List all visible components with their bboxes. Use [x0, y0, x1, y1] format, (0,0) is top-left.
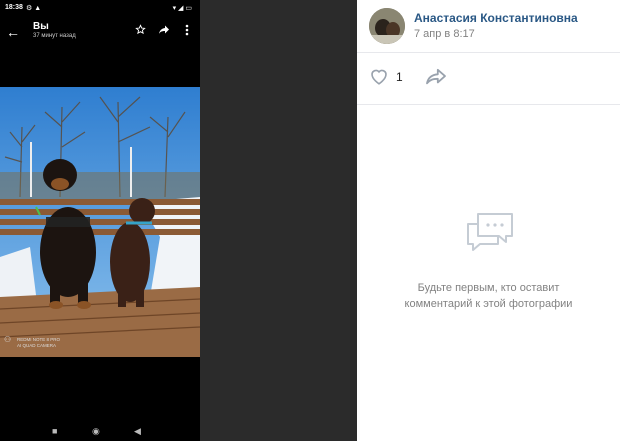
phone-screenshot: 18:38 ⚙ ▲ ▾ ◢ ▭ ← Вы 37 минут назад ⚇ RE…: [0, 0, 200, 441]
watermark-model: REDMI NOTE 8 PRO: [17, 337, 61, 342]
photo-app-bar: ← Вы 37 минут назад: [0, 16, 200, 50]
status-bar: 18:38 ⚙ ▲ ▾ ◢ ▭: [0, 0, 200, 16]
star-icon[interactable]: [135, 24, 146, 38]
photo-time-ago: 37 минут назад: [33, 33, 76, 39]
dogs-photo[interactable]: [0, 87, 200, 357]
status-time: 18:38: [5, 4, 23, 11]
post-panel: Анастасия Константиновна 7 апр в 8:17 1 …: [357, 0, 620, 441]
more-vert-icon[interactable]: [185, 24, 189, 39]
share-arrow-icon[interactable]: [425, 68, 447, 91]
android-nav-bar: ■ ◉ ◀: [0, 423, 200, 441]
heart-icon[interactable]: [369, 67, 389, 90]
actions-divider: [357, 104, 620, 105]
empty-comments-line1: Будьте первым, кто оставит: [417, 282, 560, 294]
recents-square-icon[interactable]: ■: [52, 426, 57, 436]
arrow-left-icon[interactable]: ←: [6, 24, 20, 40]
like-count[interactable]: 1: [396, 70, 403, 84]
status-icons-right: ▾ ◢ ▭: [172, 5, 192, 12]
photo-owner-title: Вы: [33, 21, 49, 32]
share-icon[interactable]: [158, 24, 170, 38]
status-icons-left: ⚙ ▲: [26, 5, 42, 12]
camera-lens-icon: ⚇: [4, 335, 12, 344]
header-divider: [357, 52, 620, 53]
back-triangle-icon[interactable]: ◀: [134, 426, 141, 437]
comments-icon: [462, 210, 518, 265]
home-circle-icon[interactable]: ◉: [92, 426, 100, 437]
empty-comments-line2: комментарий к этой фотографии: [404, 298, 573, 310]
author-avatar[interactable]: [369, 8, 405, 44]
empty-comments-message: Будьте первым, кто оставит комментарий к…: [357, 280, 620, 312]
watermark-camera: AI QUAD CAMERA: [17, 343, 57, 348]
author-name-link[interactable]: Анастасия Константиновна: [414, 11, 578, 25]
post-date-link[interactable]: 7 апр в 8:17: [414, 28, 475, 40]
